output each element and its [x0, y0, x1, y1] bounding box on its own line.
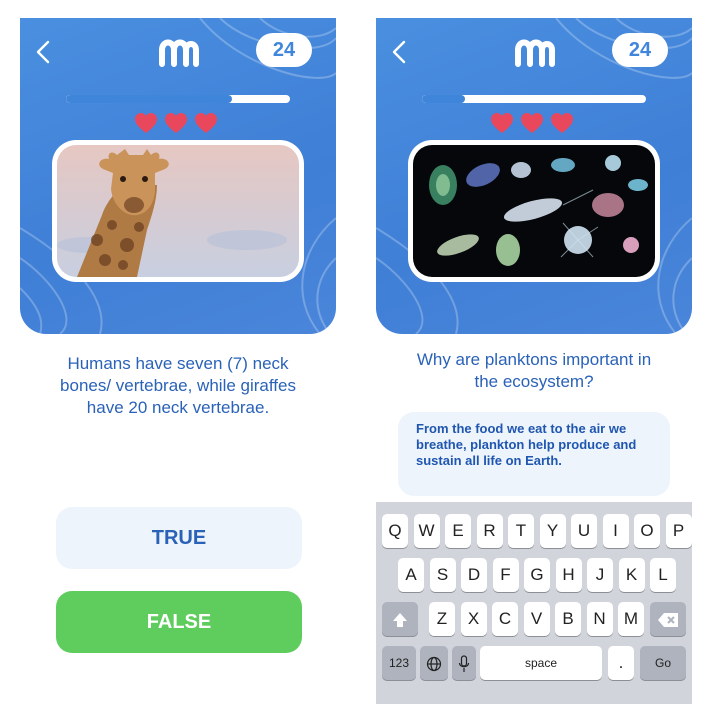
key-l[interactable]: L — [650, 558, 676, 592]
key-w[interactable]: W — [413, 514, 440, 548]
app-logo-icon — [159, 39, 199, 67]
progress-fill — [422, 95, 465, 103]
question-text: Why are planktons important in the ecosy… — [416, 350, 652, 391]
answer-input[interactable]: From the food we eat to the air we breat… — [398, 412, 670, 496]
key-s[interactable]: S — [429, 558, 456, 592]
question-image-frame — [408, 140, 660, 282]
numbers-key[interactable]: 123 — [382, 646, 416, 680]
key-z[interactable]: Z — [429, 602, 455, 636]
key-p[interactable]: P — [665, 514, 692, 548]
backspace-icon — [658, 612, 678, 627]
shift-key[interactable] — [382, 602, 418, 636]
heart-icon — [165, 113, 187, 133]
true-button[interactable]: TRUE — [56, 507, 302, 569]
key-v[interactable]: V — [523, 602, 550, 636]
microphone-key[interactable] — [452, 646, 476, 680]
giraffe-photo — [57, 145, 299, 277]
quiz-screen-true-false: 24 Humans have seven (7) neck bones/ ver… — [20, 18, 336, 708]
key-q[interactable]: Q — [382, 514, 408, 548]
shift-icon — [393, 612, 407, 627]
key-g[interactable]: G — [524, 558, 550, 592]
key-e[interactable]: E — [445, 514, 471, 548]
lives-hearts — [134, 112, 224, 136]
quiz-header: 24 — [20, 18, 336, 334]
key-r[interactable]: R — [476, 514, 503, 548]
key-f[interactable]: F — [492, 558, 519, 592]
key-o[interactable]: O — [634, 514, 660, 548]
key-n[interactable]: N — [586, 602, 613, 636]
key-t[interactable]: T — [508, 514, 534, 548]
lives-hearts — [490, 112, 580, 136]
plankton-photo — [413, 145, 655, 277]
progress-bar — [422, 95, 646, 103]
heart-icon — [521, 113, 543, 133]
space-key[interactable]: space — [480, 646, 602, 680]
key-h[interactable]: H — [555, 558, 582, 592]
backspace-key[interactable] — [650, 602, 686, 636]
heart-icon — [491, 113, 513, 133]
key-i[interactable]: I — [602, 514, 629, 548]
back-chevron-icon[interactable] — [34, 40, 52, 64]
quiz-screen-open-answer: 24 Why are planktons important in the ec… — [376, 18, 692, 708]
back-chevron-icon[interactable] — [390, 40, 408, 64]
key-a[interactable]: A — [398, 558, 424, 592]
microphone-icon — [458, 654, 470, 672]
question-image-frame — [52, 140, 304, 282]
score-badge: 24 — [256, 33, 312, 67]
key-c[interactable]: C — [492, 602, 518, 636]
on-screen-keyboard: Q W E R T Y U I O P A S D F G H J K L Z X C V B N M 123 space. Go — [376, 502, 692, 704]
period-key[interactable]: . — [608, 646, 634, 680]
key-u[interactable]: U — [571, 514, 597, 548]
key-y[interactable]: Y — [539, 514, 566, 548]
key-x[interactable]: X — [460, 602, 487, 636]
heart-icon — [551, 113, 573, 133]
key-d[interactable]: D — [461, 558, 487, 592]
progress-fill — [66, 95, 232, 103]
key-m[interactable]: M — [618, 602, 644, 636]
app-logo-icon — [515, 39, 555, 67]
score-badge: 24 — [612, 33, 668, 67]
heart-icon — [195, 113, 217, 133]
key-k[interactable]: K — [618, 558, 645, 592]
key-j[interactable]: J — [587, 558, 613, 592]
globe-icon — [426, 656, 442, 671]
go-key[interactable]: Go — [640, 646, 686, 680]
progress-bar — [66, 95, 290, 103]
false-button[interactable]: FALSE — [56, 591, 302, 653]
heart-icon — [135, 113, 157, 133]
globe-key[interactable] — [420, 646, 448, 680]
key-b[interactable]: B — [555, 602, 581, 636]
question-text: Humans have seven (7) neck bones/ verteb… — [60, 354, 296, 417]
quiz-header: 24 — [376, 18, 692, 334]
